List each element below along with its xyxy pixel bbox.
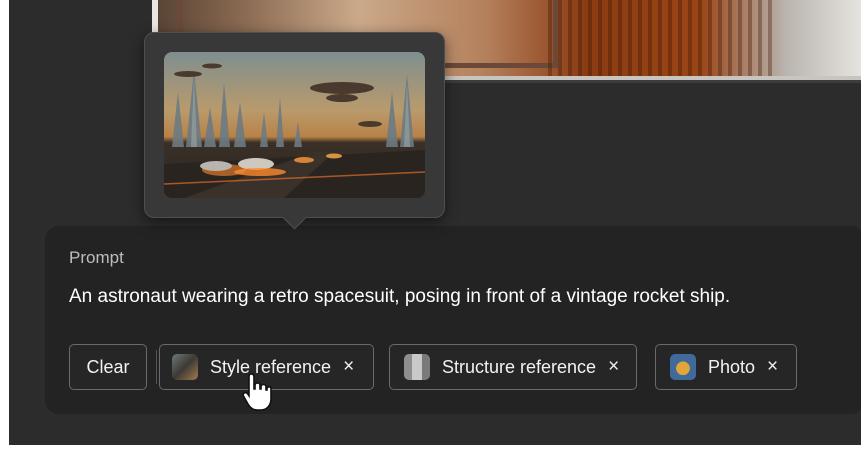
photo-chip[interactable]: Photo × [655, 344, 797, 390]
structure-reference-chip[interactable]: Structure reference × [389, 344, 637, 390]
photo-label: Photo [708, 356, 756, 377]
style-reference-thumbnail-icon [172, 354, 198, 380]
image-slats-detail [548, 0, 778, 76]
close-icon[interactable]: × [767, 356, 778, 378]
style-reference-preview-popover [144, 32, 445, 230]
photo-thumbnail-icon [670, 354, 696, 380]
structure-reference-thumbnail-icon [404, 354, 430, 380]
structure-reference-label: Structure reference [442, 356, 597, 377]
chip-divider [156, 350, 157, 384]
clear-button[interactable]: Clear [69, 344, 147, 390]
close-icon[interactable]: × [343, 356, 354, 378]
canvas-divider [439, 80, 861, 83]
close-icon[interactable]: × [608, 356, 619, 378]
style-reference-preview-image [164, 52, 425, 198]
clear-button-label: Clear [86, 356, 130, 377]
prompt-panel: Prompt An astronaut wearing a retro spac… [45, 226, 861, 414]
app-canvas: Prompt An astronaut wearing a retro spac… [9, 0, 861, 445]
prompt-label: Prompt [69, 248, 124, 267]
hand-pointer-cursor-icon [242, 373, 272, 411]
prompt-input[interactable]: An astronaut wearing a retro spacesuit, … [69, 286, 730, 308]
